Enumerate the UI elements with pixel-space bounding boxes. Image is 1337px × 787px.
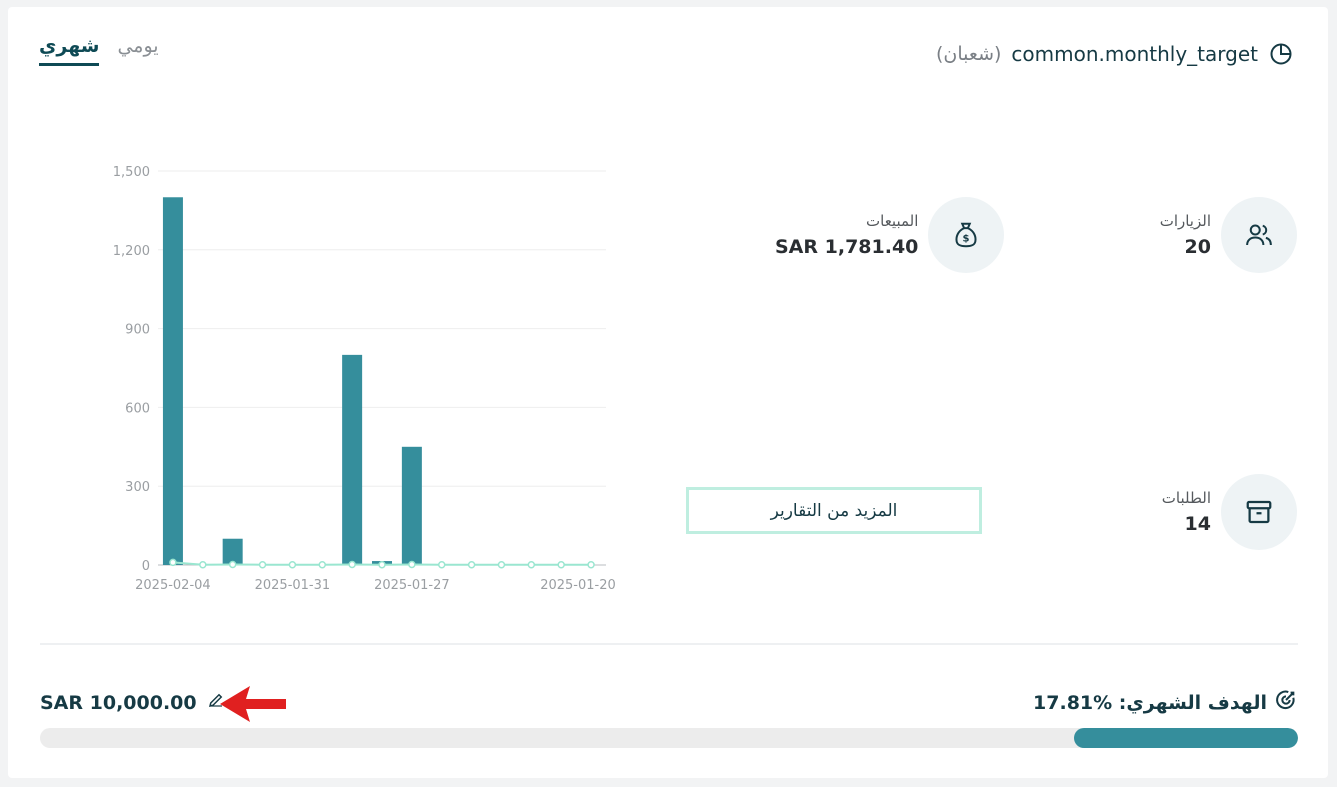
chart-point (318, 560, 327, 569)
sales-label: المبيعات (866, 212, 919, 230)
target-amount-value: SAR 10,000.00 (40, 691, 197, 714)
x-tick-label: 2025-01-31 (255, 578, 331, 593)
x-tick-label: 2025-02-04 (135, 578, 211, 593)
chart-bar (162, 197, 183, 565)
stat-visits: الزيارات 20 (1160, 197, 1297, 273)
y-tick-label: 0 (142, 559, 150, 574)
sales-value: SAR 1,781.40 (775, 236, 919, 258)
y-tick-label: 600 (125, 401, 150, 416)
y-tick-label: 900 (125, 323, 150, 338)
visits-label: الزيارات (1159, 212, 1211, 230)
sales-chart: 1,500 1,200 900 600 300 0 2025-02-04 2025-01-31… (113, 165, 616, 593)
visits-value: 20 (1184, 236, 1211, 258)
y-tick-label: 300 (125, 480, 150, 495)
red-arrow-annotation (220, 686, 290, 726)
chart-point (408, 560, 416, 569)
target-progress-bar (40, 728, 1298, 748)
chart-point (437, 560, 446, 569)
svg-text:$: $ (963, 233, 970, 244)
orders-label: الطلبات (1161, 489, 1211, 507)
money-bag-icon: $ (928, 197, 1005, 273)
chart-point (378, 560, 386, 569)
chart-point (288, 560, 297, 569)
monthly-target-label: الهدف الشهري: %17.81 (1033, 689, 1297, 716)
archive-box-icon (1221, 474, 1297, 550)
chart-point (497, 560, 506, 569)
tab-daily[interactable]: يومي (117, 35, 158, 66)
card-title: common.monthly_target (1011, 42, 1258, 66)
monthly-target-card: (شعبان) common.monthly_target شهري يومي … (8, 7, 1328, 778)
stat-sales: المبيعات SAR 1,781.40 $ (775, 197, 1005, 273)
pie-chart-icon (1268, 41, 1294, 67)
tab-monthly[interactable]: شهري (39, 35, 100, 66)
target-icon (1275, 689, 1297, 716)
chart-bar (401, 446, 422, 565)
target-amount: SAR 10,000.00 (40, 691, 225, 714)
users-icon (1221, 197, 1297, 273)
more-reports-button[interactable]: المزيد من التقارير (686, 487, 982, 534)
chart-point (228, 560, 237, 569)
target-progress-fill (1073, 728, 1298, 748)
y-tick-label: 1,500 (113, 165, 150, 180)
x-tick-label: 2025-01-20 (540, 578, 616, 593)
stat-orders: الطلبات 14 (1162, 474, 1297, 550)
chart-point (527, 560, 536, 569)
chart-bar (342, 354, 363, 565)
chart-point (258, 560, 267, 569)
period-tabs: شهري يومي (39, 35, 159, 66)
chart-point (169, 558, 177, 567)
chart-point (199, 560, 207, 569)
orders-value: 14 (1184, 513, 1211, 535)
chart-point (467, 560, 476, 569)
divider (40, 643, 1298, 645)
chart-point (557, 560, 565, 569)
target-percent-text: الهدف الشهري: %17.81 (1033, 691, 1267, 714)
card-header: (شعبان) common.monthly_target (936, 41, 1294, 67)
chart-point (348, 560, 356, 569)
x-tick-label: 2025-01-27 (374, 578, 450, 593)
chart-point (587, 560, 595, 569)
y-tick-label: 1,200 (113, 244, 150, 259)
month-label: (شعبان) (936, 43, 1002, 65)
